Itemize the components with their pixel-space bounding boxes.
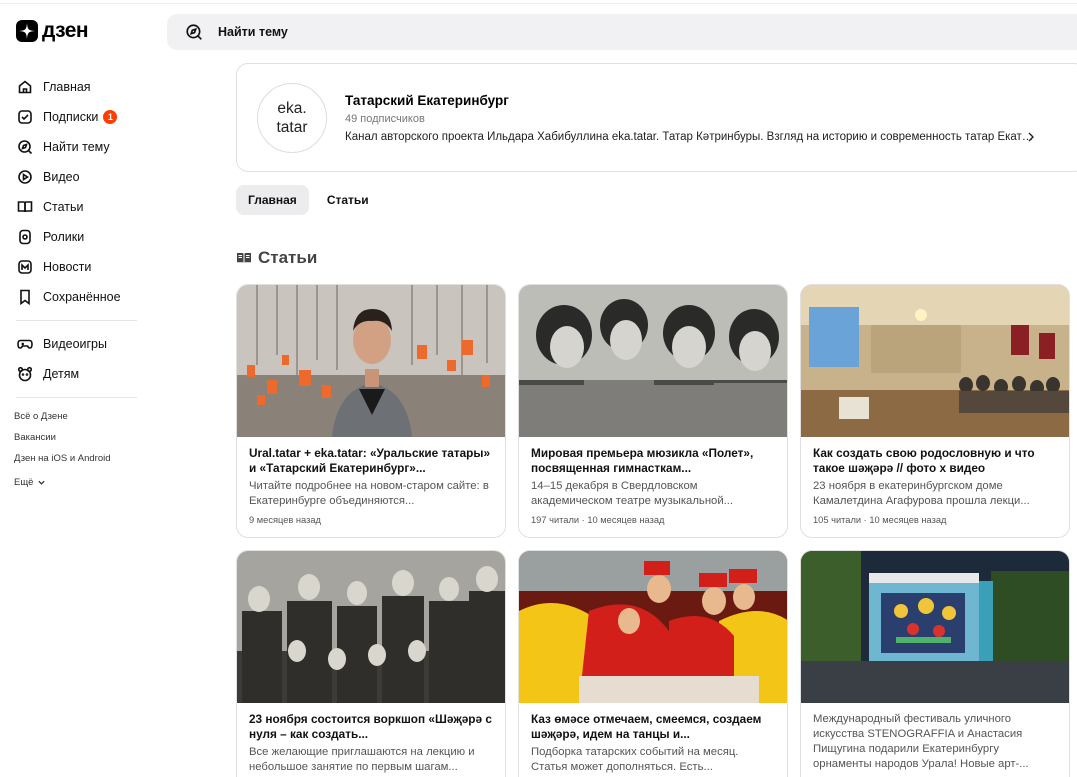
chevron-right-icon[interactable]	[1026, 130, 1036, 148]
article-meta: 105 читали · 10 месяцев назад	[813, 515, 947, 525]
sidebar-item-label: Найти тему	[43, 140, 110, 154]
channel-tabs: Главная Статьи	[236, 185, 381, 215]
article-image	[801, 285, 1069, 437]
article-image	[801, 551, 1069, 703]
video-icon	[16, 168, 34, 186]
article-meta: 197 читали · 10 месяцев назад	[531, 515, 665, 525]
article-card[interactable]: Мировая премьера мюзикла «Полет», посвящ…	[518, 284, 788, 538]
article-title: Как создать свою родословную и что такое…	[813, 446, 1035, 475]
sidebar-item-label: Детям	[43, 367, 80, 381]
footer-more-label: Ещё	[14, 477, 34, 488]
article-description: 23 ноября в екатеринбургском доме Камале…	[813, 480, 1030, 507]
sidebar-item-label: Статьи	[43, 200, 84, 214]
sidebar-item-saved[interactable]: Сохранённое	[16, 282, 138, 312]
footer-link-apps[interactable]: Дзен на iOS и Android	[14, 451, 111, 472]
article-image	[237, 551, 505, 703]
dzen-logo-icon	[16, 20, 38, 42]
logo-text: дзен	[42, 19, 89, 42]
top-border	[0, 0, 1077, 4]
article-title: Мировая премьера мюзикла «Полет», посвящ…	[531, 446, 754, 475]
subscriptions-icon	[16, 108, 34, 126]
kids-icon	[16, 365, 34, 383]
article-title: 23 ноября состоится воркшоп «Шәҗәрә с ну…	[249, 712, 492, 741]
sidebar-item-subscriptions[interactable]: Подписки 1	[16, 102, 138, 132]
sidebar-item-videogames[interactable]: Видеоигры	[16, 329, 138, 359]
channel-avatar[interactable]: eka. tatar	[257, 83, 327, 153]
sidebar-item-kids[interactable]: Детям	[16, 359, 138, 389]
sidebar-item-label: Главная	[43, 80, 91, 94]
sidebar-item-label: Ролики	[43, 230, 85, 244]
tab-main[interactable]: Главная	[236, 185, 309, 215]
article-description: Читайте подробнее на новом-старом сайте:…	[249, 480, 489, 507]
article-card[interactable]: Как создать свою родословную и что такое…	[800, 284, 1070, 538]
article-description: 14–15 декабря в Свердловском академическ…	[531, 480, 734, 507]
page: дзен Главная Подписки 1 Найти тему Видео…	[0, 0, 1077, 777]
article-image	[519, 285, 787, 437]
search-placeholder: Найти тему	[218, 25, 288, 39]
sidebar-nav: Главная Подписки 1 Найти тему Видео Стат…	[16, 72, 138, 406]
article-title: Каз өмәсе отмечаем, смеемся, создаем шәҗ…	[531, 712, 762, 741]
article-image	[237, 285, 505, 437]
sidebar-item-label: Сохранённое	[43, 290, 121, 304]
footer-link-more[interactable]: Ещё	[14, 472, 111, 493]
article-card[interactable]: Международный фестиваль уличного искусст…	[800, 550, 1070, 777]
article-card[interactable]: Каз өмәсе отмечаем, смеемся, создаем шәҗ…	[518, 550, 788, 777]
footer-link-jobs[interactable]: Вакансии	[14, 430, 111, 451]
article-card[interactable]: Ural.tatar + eka.tatar: «Уральские татар…	[236, 284, 506, 538]
channel-title[interactable]: Татарский Екатеринбург	[345, 93, 509, 108]
sidebar-item-label: Новости	[43, 260, 92, 274]
section-heading: Статьи	[236, 248, 317, 268]
compass-icon	[16, 138, 34, 156]
sidebar-footer: Всё о Дзене Вакансии Дзен на iOS и Andro…	[14, 409, 111, 493]
sidebar-item-home[interactable]: Главная	[16, 72, 138, 102]
shorts-icon	[16, 228, 34, 246]
article-description: Все желающие приглашаются на лекцию и не…	[249, 746, 475, 773]
articles-icon	[16, 198, 34, 216]
search-input[interactable]: Найти тему	[167, 14, 1077, 50]
sidebar-item-shorts[interactable]: Ролики	[16, 222, 138, 252]
logo[interactable]: дзен	[16, 19, 89, 42]
articles-icon	[237, 253, 251, 263]
sidebar-item-video[interactable]: Видео	[16, 162, 138, 192]
article-image	[519, 551, 787, 703]
sidebar-divider	[16, 320, 137, 321]
gamepad-icon	[16, 335, 34, 353]
sidebar-divider	[16, 397, 137, 398]
channel-card: eka. tatar Татарский Екатеринбург 49 под…	[236, 63, 1077, 172]
news-icon	[16, 258, 34, 276]
sidebar-item-find-topic[interactable]: Найти тему	[16, 132, 138, 162]
footer-link-about[interactable]: Всё о Дзене	[14, 409, 111, 430]
channel-description[interactable]: Канал авторского проекта Ильдара Хабибул…	[345, 131, 1035, 143]
section-title: Статьи	[258, 248, 318, 267]
compass-search-icon	[185, 23, 203, 41]
sidebar-item-articles[interactable]: Статьи	[16, 192, 138, 222]
home-icon	[16, 78, 34, 96]
sidebar-item-label: Подписки	[43, 110, 99, 124]
article-description: Подборка татарских событий на месяц. Ста…	[531, 746, 739, 773]
avatar-text-line1: eka.	[277, 100, 307, 117]
subscriptions-badge: 1	[103, 110, 118, 124]
bookmark-icon	[16, 288, 34, 306]
article-title: Ural.tatar + eka.tatar: «Уральские татар…	[249, 446, 491, 475]
article-meta: 9 месяцев назад	[249, 515, 321, 525]
tab-articles[interactable]: Статьи	[315, 185, 381, 215]
chevron-down-icon	[38, 480, 46, 485]
article-card[interactable]: 23 ноября состоится воркшоп «Шәҗәрә с ну…	[236, 550, 506, 777]
article-description: Международный фестиваль уличного искусст…	[813, 713, 1029, 770]
sidebar-item-label: Видео	[43, 170, 80, 184]
sidebar-item-label: Видеоигры	[43, 337, 107, 351]
avatar-text-line2: tatar	[276, 119, 308, 136]
sidebar-item-news[interactable]: Новости	[16, 252, 138, 282]
channel-subscribers: 49 подписчиков	[345, 113, 425, 125]
